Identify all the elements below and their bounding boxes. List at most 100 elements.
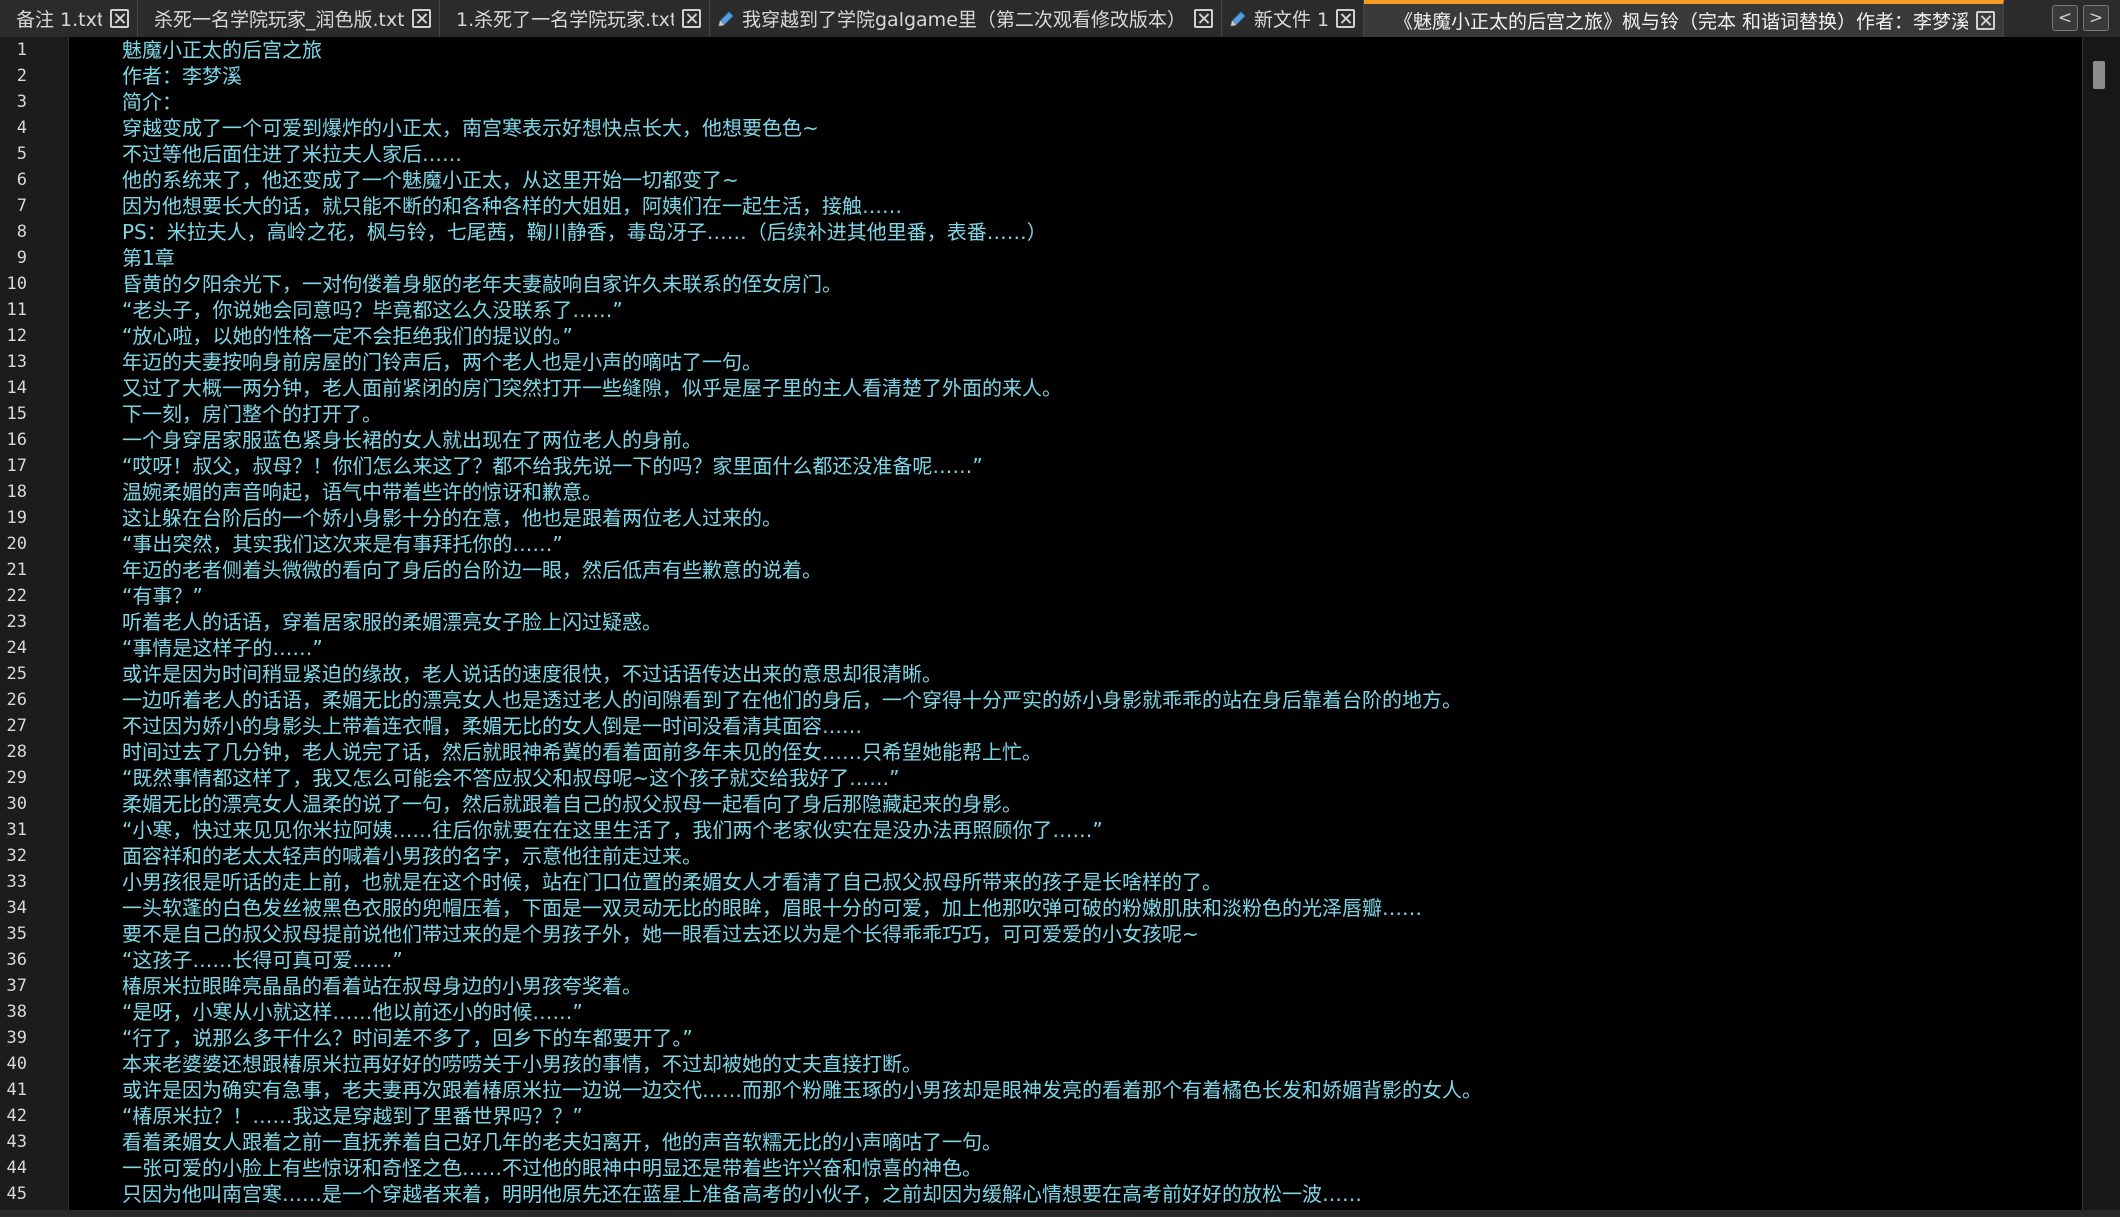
line-number: 32 [6,846,27,866]
text-line[interactable]: 38 “是呀，小寒从小就这样……他以前还小的时候……” [0,999,2082,1025]
text-line[interactable]: 43 看着柔媚女人跟着之前一直抚养着自己好几年的老夫妇离开，他的声音软糯无比的小声… [0,1129,2082,1155]
text-line[interactable]: 15 下一刻，房门整个的打开了。 [0,401,2082,427]
line-text: 作者：李梦溪 [122,64,242,88]
text-line[interactable]: 23 听着老人的话语，穿着居家服的柔媚漂亮女子脸上闪过疑惑。 [0,609,2082,635]
text-line[interactable]: 41 或许是因为确实有急事，老夫妻再次跟着椿原米拉一边说一边交代……而那个粉雕玉琢… [0,1077,2082,1103]
text-line[interactable]: 33 小男孩很是听话的走上前，也就是在这个时候，站在门口位置的柔媚女人才看清了自己… [0,869,2082,895]
text-line[interactable]: 36 “这孩子……长得可真可爱……” [0,947,2082,973]
text-line[interactable]: 24 “事情是这样子的……” [0,635,2082,661]
line-number: 26 [6,690,27,710]
text-line[interactable]: 27 不过因为娇小的身影头上带着连衣帽，柔媚无比的女人倒是一时间没看清其面容…… [0,713,2082,739]
close-tab-icon[interactable] [1194,9,1213,28]
line-number: 29 [6,768,27,788]
line-text: “既然事情都这样了，我又怎么可能会不答应叔父和叔母呢~这个孩子就交给我好了……” [122,766,900,790]
text-line[interactable]: 42 “椿原米拉？！……我这是穿越到了里番世界吗？？” [0,1103,2082,1129]
tab-scroll-right-button[interactable]: > [2083,5,2109,31]
text-line[interactable]: 14 又过了大概一两分钟，老人面前紧闭的房门突然打开一些缝隙，似乎是屋子里的主人看… [0,375,2082,401]
line-number: 7 [16,196,27,216]
text-line[interactable]: 32 面容祥和的老太太轻声的喊着小男孩的名字，示意他往前走过来。 [0,843,2082,869]
text-line[interactable]: 21 年迈的老者侧着头微微的看向了身后的台阶边一眼，然后低声有些歉意的说着。 [0,557,2082,583]
line-text: “行了，说那么多干什么？时间差不多了，回乡下的车都要开了。” [122,1026,693,1050]
text-line[interactable]: 16 一个身穿居家服蓝色紧身长裙的女人就出现在了两位老人的身前。 [0,427,2082,453]
line-number: 12 [6,326,27,346]
tab-shasi[interactable]: 1.杀死了一名学院玩家.txt [440,0,710,37]
tab-label: 备注 1.txt [16,9,102,31]
text-line[interactable]: 30 柔媚无比的漂亮女人温柔的说了一句，然后就跟着自己的叔父叔母一起看向了身后那隐… [0,791,2082,817]
horizontal-scrollbar[interactable] [0,1210,2120,1217]
line-text: “哎呀！叔父，叔母？！你们怎么来这了？都不给我先说一下的吗？家里面什么都还没准备… [122,454,983,478]
text-line[interactable]: 35 要不是自己的叔父叔母提前说他们带过来的是个男孩子外，她一眼看过去还以为是个长… [0,921,2082,947]
text-line[interactable]: 26 一边听着老人的话语，柔媚无比的漂亮女人也是透过老人的间隙看到了在他们的身后，… [0,687,2082,713]
editor-area[interactable]: 1 魅魔小正太的后宫之旅 2 作者：李梦溪 3 简介： 4 穿越变成了一个可爱到爆炸的小正太，… [0,37,2120,1217]
line-number: 17 [6,456,27,476]
text-line[interactable]: 34 一头软蓬的白色发丝被黑色衣服的兜帽压着，下面是一双灵动无比的眼眸，眉眼十分的… [0,895,2082,921]
tab-beizhu[interactable]: 备注 1.txt [0,0,138,37]
line-text: 年迈的夫妻按响身前房屋的门铃声后，两个老人也是小声的嘀咕了一句。 [122,350,762,374]
text-editor-window: 备注 1.txt 杀死一名学院玩家_润色版.txt 1.杀死了一名学院玩家.tx… [0,0,2120,1217]
text-line[interactable]: 11 “老头子，你说她会同意吗？毕竟都这么久没联系了……” [0,297,2082,323]
line-text: 一个身穿居家服蓝色紧身长裙的女人就出现在了两位老人的身前。 [122,428,702,452]
line-text: 一头软蓬的白色发丝被黑色衣服的兜帽压着，下面是一双灵动无比的眼眸，眉眼十分的可爱… [122,896,1422,920]
line-number: 31 [6,820,27,840]
line-number: 15 [6,404,27,424]
text-line[interactable]: 17 “哎呀！叔父，叔母？！你们怎么来这了？都不给我先说一下的吗？家里面什么都还没… [0,453,2082,479]
close-tab-icon[interactable] [412,9,431,28]
text-line[interactable]: 10 昏黄的夕阳余光下，一对佝偻着身躯的老年夫妻敲响自家许久未联系的侄女房门。 [0,271,2082,297]
line-text: 年迈的老者侧着头微微的看向了身后的台阶边一眼，然后低声有些歉意的说着。 [122,558,822,582]
text-line[interactable]: 5 不过等他后面住进了米拉夫人家后…… [0,141,2082,167]
line-number: 4 [16,118,27,138]
chevron-right-icon: > [2088,8,2104,28]
text-line[interactable]: 18 温婉柔媚的声音响起，语气中带着些许的惊讶和歉意。 [0,479,2082,505]
line-text: 第1章 [122,246,175,270]
text-line[interactable]: 12 “放心啦，以她的性格一定不会拒绝我们的提议的。” [0,323,2082,349]
text-line[interactable]: 4 穿越变成了一个可爱到爆炸的小正太，南宫寒表示好想快点长大，他想要色色~ [0,115,2082,141]
line-text: 因为他想要长大的话，就只能不断的和各种各样的大姐姐，阿姨们在一起生活，接触…… [122,194,902,218]
text-line[interactable]: 2 作者：李梦溪 [0,63,2082,89]
text-line[interactable]: 13 年迈的夫妻按响身前房屋的门铃声后，两个老人也是小声的嘀咕了一句。 [0,349,2082,375]
text-line[interactable]: 7 因为他想要长大的话，就只能不断的和各种各样的大姐姐，阿姨们在一起生活，接触…… [0,193,2082,219]
text-line[interactable]: 19 这让躲在台阶后的一个娇小身影十分的在意，他也是跟着两位老人过来的。 [0,505,2082,531]
text-line[interactable]: 25 或许是因为时间稍显紧迫的缘故，老人说话的速度很快，不过话语传达出来的意思却很… [0,661,2082,687]
line-number: 34 [6,898,27,918]
modified-pencil-icon [1230,10,1246,27]
tab-galgame[interactable]: 我穿越到了学院galgame里（第二次观看修改版本）.txt [710,0,1222,37]
tab-label: 新文件 1 [1254,9,1328,31]
line-text: 不过因为娇小的身影头上带着连衣帽，柔媚无比的女人倒是一时间没看清其面容…… [122,714,862,738]
text-line[interactable]: 29 “既然事情都这样了，我又怎么可能会不答应叔父和叔母呢~这个孩子就交给我好了…… [0,765,2082,791]
tab-meimo-active[interactable]: 《魅魔小正太的后宫之旅》枫与铃（完本 和谐词替换）作者：李梦溪.txt [1364,0,2004,37]
line-text: 又过了大概一两分钟，老人面前紧闭的房门突然打开一些缝隙，似乎是屋子里的主人看清楚… [122,376,1062,400]
close-tab-icon[interactable] [682,9,701,28]
text-line[interactable]: 31 “小寒，快过来见见你米拉阿姨……往后你就要在在这里生活了，我们两个老家伙实在… [0,817,2082,843]
vertical-scrollbar[interactable] [2082,37,2120,1217]
text-line[interactable]: 20 “事出突然，其实我们这次来是有事拜托你的……” [0,531,2082,557]
line-number: 2 [16,66,27,86]
line-number: 22 [6,586,27,606]
scrollbar-thumb[interactable] [2093,61,2105,89]
text-line[interactable]: 39 “行了，说那么多干什么？时间差不多了，回乡下的车都要开了。” [0,1025,2082,1051]
text-line[interactable]: 22 “有事？” [0,583,2082,609]
text-line[interactable]: 3 简介： [0,89,2082,115]
line-text: 椿原米拉眼眸亮晶晶的看着站在叔母身边的小男孩夸奖着。 [122,974,642,998]
close-tab-icon[interactable] [110,9,129,28]
line-text: “小寒，快过来见见你米拉阿姨……往后你就要在在这里生活了，我们两个老家伙实在是没… [122,818,1103,842]
text-line[interactable]: 6 他的系统来了，他还变成了一个魅魔小正太，从这里开始一切都变了~ [0,167,2082,193]
text-line[interactable]: 40 本来老婆婆还想跟椿原米拉再好好的唠唠关于小男孩的事情，不过却被她的丈夫直接打… [0,1051,2082,1077]
text-line[interactable]: 37 椿原米拉眼眸亮晶晶的看着站在叔母身边的小男孩夸奖着。 [0,973,2082,999]
close-tab-icon[interactable] [1336,9,1355,28]
line-number: 21 [6,560,27,580]
line-number: 41 [6,1080,27,1100]
text-line[interactable]: 8 PS：米拉夫人，高岭之花，枫与铃，七尾茜，鞠川静香，毒岛冴子……（后续补进其他… [0,219,2082,245]
text-line[interactable]: 45 只因为他叫南宫寒……是一个穿越者来着，明明他原先还在蓝星上准备高考的小伙子，… [0,1181,2082,1207]
line-text: 听着老人的话语，穿着居家服的柔媚漂亮女子脸上闪过疑惑。 [122,610,662,634]
line-text: “事情是这样子的……” [122,636,323,660]
text-line[interactable]: 9 第1章 [0,245,2082,271]
tab-runse[interactable]: 杀死一名学院玩家_润色版.txt [138,0,440,37]
text-line[interactable]: 44 一张可爱的小脸上有些惊讶和奇怪之色……不过他的眼神中明显还是带着些许兴奋和惊… [0,1155,2082,1181]
tab-new-file[interactable]: 新文件 1 [1222,0,1364,37]
close-tab-icon[interactable] [1976,11,1995,30]
text-line[interactable]: 28 时间过去了几分钟，老人说完了话，然后就眼神希冀的看着面前多年未见的侄女……只… [0,739,2082,765]
line-number: 24 [6,638,27,658]
line-text: 要不是自己的叔父叔母提前说他们带过来的是个男孩子外，她一眼看过去还以为是个长得乖… [122,922,1199,946]
text-line[interactable]: 1 魅魔小正太的后宫之旅 [0,37,2082,63]
tab-scroll-left-button[interactable]: < [2052,5,2078,31]
